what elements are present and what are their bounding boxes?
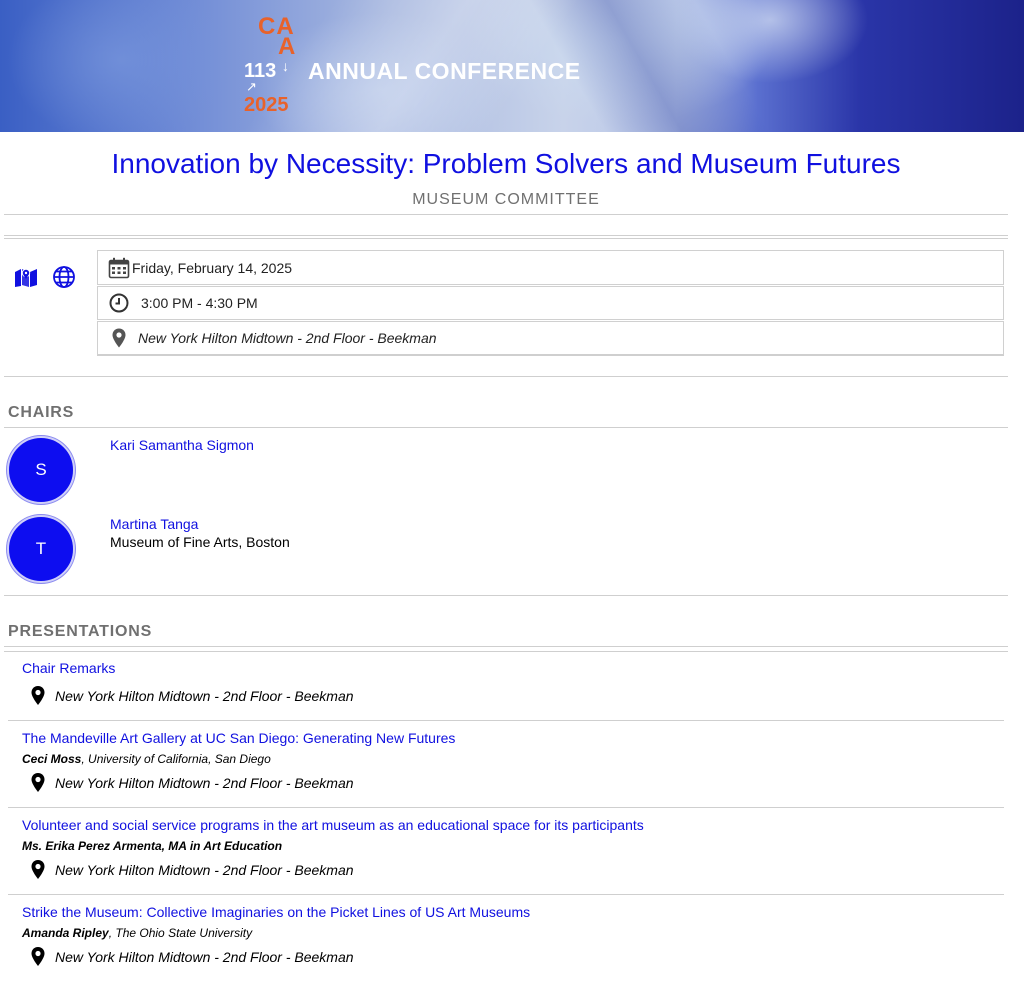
divider	[8, 720, 1004, 721]
map-icon[interactable]	[13, 264, 39, 290]
location-row: New York Hilton Midtown - 2nd Floor - Be…	[97, 321, 1004, 356]
chair-affiliation: Museum of Fine Arts, Boston	[110, 534, 290, 550]
divider	[4, 238, 1008, 239]
avatar: S	[7, 436, 75, 504]
author-affiliation: , University of California, San Diego	[81, 752, 271, 766]
location-pin-icon	[30, 859, 46, 880]
divider	[4, 595, 1008, 596]
conference-banner: CA A 113 ↓ ↗ 2025 ANNUAL CONFERENCE	[0, 0, 1024, 132]
date-row: Friday, February 14, 2025	[97, 250, 1004, 285]
location-pin-icon	[30, 685, 46, 706]
clock-icon	[106, 293, 132, 313]
location-pin-icon	[30, 772, 46, 793]
divider	[8, 894, 1004, 895]
location-text: New York Hilton Midtown - 2nd Floor - Be…	[55, 774, 354, 791]
location-text: New York Hilton Midtown - 2nd Floor - Be…	[55, 861, 354, 878]
presentation-title[interactable]: Strike the Museum: Collective Imaginarie…	[22, 904, 530, 920]
divider	[4, 651, 1008, 652]
session-time: 3:00 PM - 4:30 PM	[141, 295, 258, 311]
presentation-title[interactable]: Chair Remarks	[22, 660, 115, 676]
author-name: Ms. Erika Perez Armenta, MA in Art Educa…	[22, 839, 283, 853]
caa-logo: CA A 113 ↓ ↗ 2025	[244, 14, 304, 118]
globe-icon[interactable]	[51, 264, 77, 290]
divider	[4, 646, 1008, 647]
location-pin-icon	[106, 328, 132, 348]
author-name: Amanda Ripley	[22, 926, 109, 940]
chair-name[interactable]: Martina Tanga	[110, 516, 198, 532]
presentation-title[interactable]: Volunteer and social service programs in…	[22, 817, 644, 833]
session-title: Innovation by Necessity: Problem Solvers…	[111, 148, 901, 179]
arrow-down-icon: ↓	[282, 58, 289, 74]
logo-year: 2025	[244, 94, 289, 116]
presentation-location: New York Hilton Midtown - 2nd Floor - Be…	[30, 685, 354, 706]
presentation-location: New York Hilton Midtown - 2nd Floor - Be…	[30, 859, 354, 880]
divider	[4, 376, 1008, 377]
chairs-heading: CHAIRS	[8, 404, 75, 421]
location-pin-icon	[30, 946, 46, 967]
presentation-title[interactable]: The Mandeville Art Gallery at UC San Die…	[22, 730, 455, 746]
calendar-icon	[106, 257, 132, 279]
session-date: Friday, February 14, 2025	[132, 259, 293, 276]
presentation-author: Ceci Moss, University of California, San…	[22, 752, 271, 766]
chair-name[interactable]: Kari Samantha Sigmon	[110, 437, 254, 453]
author-name: Ceci Moss	[22, 752, 82, 766]
session-committee: MUSEUM COMMITTEE	[412, 191, 600, 208]
presentations-heading: PRESENTATIONS	[8, 623, 153, 640]
presentation-location: New York Hilton Midtown - 2nd Floor - Be…	[30, 772, 354, 793]
presentation-author: Amanda Ripley, The Ohio State University	[22, 926, 252, 940]
session-location: New York Hilton Midtown - 2nd Floor - Be…	[138, 330, 437, 346]
logo-a: A	[278, 33, 296, 60]
divider	[8, 807, 1004, 808]
arrow-up-right-icon: ↗	[246, 79, 257, 94]
location-text: New York Hilton Midtown - 2nd Floor - Be…	[55, 948, 354, 965]
divider	[4, 214, 1008, 215]
divider	[4, 235, 1008, 236]
avatar: T	[7, 515, 75, 583]
presentation-author: Ms. Erika Perez Armenta, MA in Art Educa…	[22, 839, 282, 853]
location-text: New York Hilton Midtown - 2nd Floor - Be…	[55, 687, 354, 704]
divider	[4, 427, 1008, 428]
time-row: 3:00 PM - 4:30 PM	[97, 286, 1004, 320]
presentation-location: New York Hilton Midtown - 2nd Floor - Be…	[30, 946, 354, 967]
banner-title: ANNUAL CONFERENCE	[308, 58, 581, 84]
author-affiliation: , The Ohio State University	[108, 926, 253, 940]
